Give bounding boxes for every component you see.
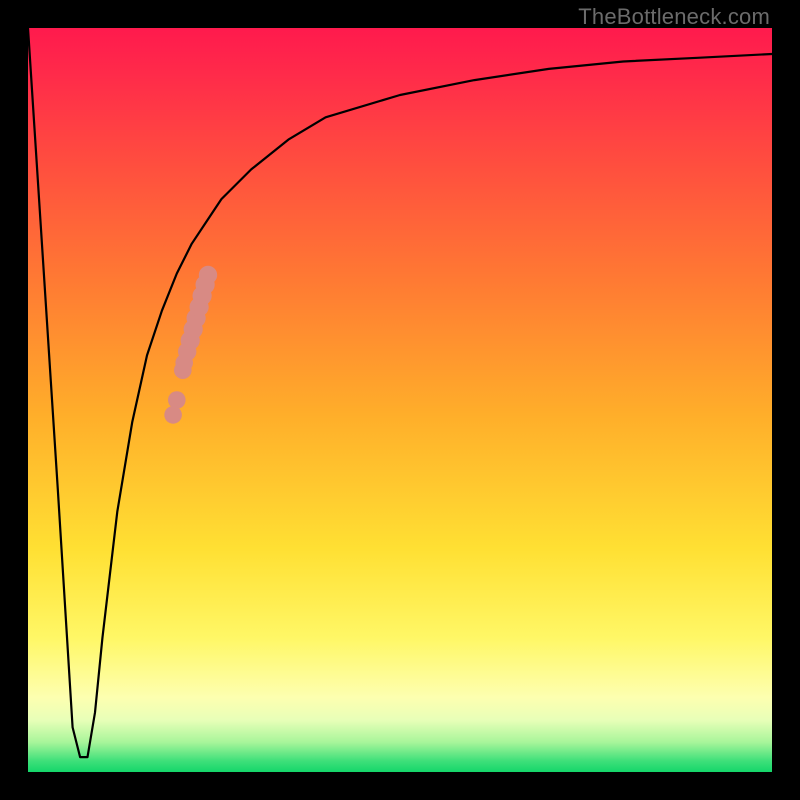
marker-dot [199,266,217,284]
marker-dot [168,391,186,409]
curve-svg [28,28,772,772]
chart-frame: TheBottleneck.com [0,0,800,800]
marker-dot [164,406,182,424]
highlight-markers [164,266,217,424]
watermark-text: TheBottleneck.com [578,4,770,30]
bottleneck-curve [28,28,772,757]
plot-area [28,28,772,772]
